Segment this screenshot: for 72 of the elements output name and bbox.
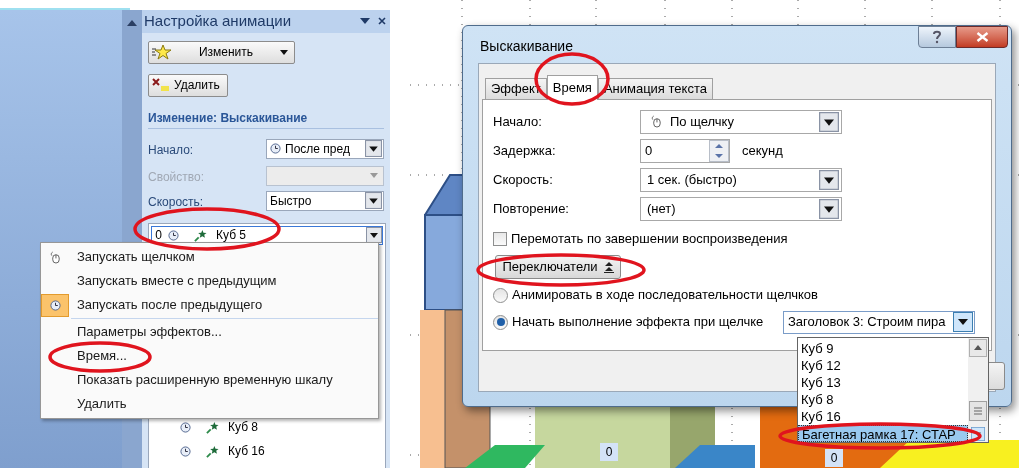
dropdown-icon[interactable] bbox=[360, 18, 370, 25]
clock-icon bbox=[180, 445, 191, 457]
slide-tag: 0 bbox=[825, 449, 843, 467]
dropdown-arrow-icon bbox=[370, 173, 378, 178]
effect-icon bbox=[205, 444, 220, 458]
unit-label: секунд bbox=[742, 141, 783, 160]
field-label: Начало: bbox=[148, 141, 195, 159]
slide-tag: 0 bbox=[600, 443, 618, 461]
help-button[interactable] bbox=[918, 26, 956, 48]
effect-icon bbox=[193, 228, 208, 242]
radio-button[interactable] bbox=[493, 314, 508, 330]
dropdown-option[interactable]: Куб 13 bbox=[798, 374, 968, 391]
dropdown-field[interactable]: (нет) bbox=[640, 196, 842, 221]
close-button[interactable] bbox=[956, 26, 1008, 48]
close-icon[interactable] bbox=[378, 17, 386, 26]
radio-label: Анимировать в ходе последовательности щелчков bbox=[512, 286, 818, 305]
scroll-thumb-icon[interactable] bbox=[969, 401, 987, 421]
delete-icon bbox=[152, 78, 170, 92]
dialog-title: Выскакивание bbox=[479, 37, 574, 56]
dropdown-field[interactable]: Быстро bbox=[266, 190, 384, 211]
spin-arrows-icon[interactable] bbox=[709, 139, 729, 162]
effect-item[interactable]: Куб 8 bbox=[151, 417, 383, 437]
tab[interactable]: Время bbox=[546, 75, 598, 100]
field-label: Задержка: bbox=[493, 141, 557, 160]
dropdown-field[interactable] bbox=[266, 165, 384, 186]
radio-label: Начать выполнение эффекта при щелчке bbox=[512, 313, 764, 332]
scroll-up-icon[interactable] bbox=[969, 339, 987, 357]
dropdown-field[interactable]: По щелчку bbox=[640, 109, 842, 134]
dropdown-field[interactable]: 1 сек. (быстро) bbox=[640, 167, 842, 192]
menu-item[interactable]: Параметры эффектов... bbox=[41, 320, 378, 344]
clock-icon bbox=[168, 229, 179, 241]
remove-button[interactable]: Удалить bbox=[148, 73, 228, 97]
field-label: Скорость: bbox=[493, 170, 554, 189]
scrollbar[interactable] bbox=[968, 338, 988, 442]
checkbox[interactable] bbox=[493, 231, 507, 246]
collapse-icon bbox=[603, 260, 614, 273]
caret-icon bbox=[280, 49, 288, 55]
section-heading: Изменение: Выскакивание bbox=[148, 108, 384, 129]
dropdown-option[interactable]: Куб 8 bbox=[798, 391, 968, 408]
radio-button[interactable] bbox=[493, 287, 508, 303]
effect-icon bbox=[205, 420, 220, 434]
mouse-icon bbox=[651, 115, 662, 128]
menu-item[interactable]: Показать расширенную временную шкалу bbox=[41, 368, 378, 392]
field-label: Начало: bbox=[493, 112, 543, 131]
tab[interactable]: Анимация текста bbox=[597, 78, 713, 99]
menu-item[interactable]: Запускать щелчком bbox=[41, 245, 378, 269]
menu-item[interactable]: Запускать вместе с предыдущим bbox=[41, 269, 378, 293]
checkbox-label: Перемотать по завершении воспроизведения bbox=[511, 230, 788, 248]
menu-item[interactable]: Запускать после предыдущего bbox=[41, 293, 378, 317]
scroll-up-icon[interactable] bbox=[127, 20, 137, 26]
menu-item[interactable]: Удалить bbox=[41, 392, 378, 416]
dropdown-option[interactable]: Куб 12 bbox=[798, 357, 968, 374]
effect-order: 0 bbox=[154, 227, 162, 244]
menu-item[interactable]: Время... bbox=[41, 344, 378, 368]
close-icon bbox=[975, 32, 989, 42]
star-icon bbox=[152, 44, 172, 60]
pane-title: Настройка анимации bbox=[144, 11, 293, 31]
dropdown-option[interactable]: Куб 16 bbox=[798, 408, 968, 425]
field-label: Скорость: bbox=[148, 193, 205, 211]
mouse-icon bbox=[49, 250, 61, 264]
dropdown-field[interactable]: Заголовок 3: Строим пира bbox=[783, 310, 975, 334]
clock-icon bbox=[49, 299, 61, 311]
effect-item[interactable]: Куб 16 bbox=[151, 441, 383, 461]
help-icon bbox=[932, 30, 942, 44]
change-button[interactable]: Изменить bbox=[148, 40, 295, 64]
clock-icon bbox=[180, 421, 191, 433]
spinner-field[interactable]: 0 bbox=[640, 138, 730, 163]
dropdown-option[interactable]: Куб 9 bbox=[798, 340, 968, 357]
field-label: Свойство: bbox=[148, 168, 206, 186]
field-label: Повторение: bbox=[493, 199, 570, 218]
dropdown-field[interactable]: После пред bbox=[266, 138, 384, 159]
clock-icon bbox=[270, 143, 281, 154]
